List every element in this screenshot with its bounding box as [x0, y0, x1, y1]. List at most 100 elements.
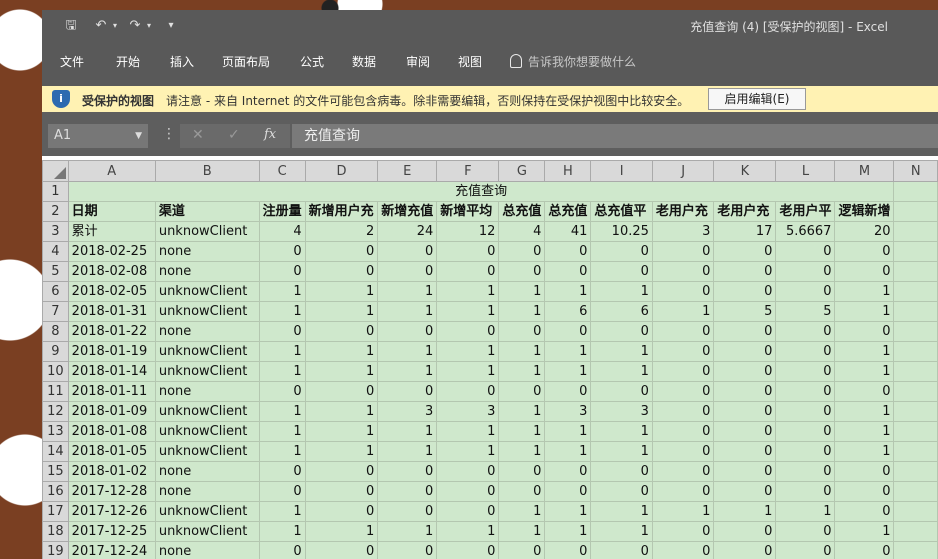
- row-header[interactable]: 7: [42, 301, 69, 322]
- header-cell[interactable]: 总充值: [544, 201, 592, 222]
- column-header[interactable]: C: [258, 160, 306, 182]
- cell[interactable]: [893, 361, 938, 382]
- value-cell[interactable]: 0: [258, 381, 306, 402]
- value-cell[interactable]: 0: [498, 481, 546, 502]
- value-cell[interactable]: 1: [498, 281, 546, 302]
- value-cell[interactable]: 0: [377, 461, 438, 482]
- value-cell[interactable]: 0: [436, 241, 500, 262]
- value-cell[interactable]: 0: [498, 241, 546, 262]
- value-cell[interactable]: 6: [544, 301, 592, 322]
- row-header[interactable]: 16: [42, 481, 69, 502]
- value-cell[interactable]: 1: [590, 361, 653, 382]
- value-cell[interactable]: 0: [713, 441, 777, 462]
- value-cell[interactable]: 0: [258, 461, 306, 482]
- value-cell[interactable]: 1: [377, 441, 438, 462]
- value-cell[interactable]: 1: [834, 441, 895, 462]
- column-header[interactable]: B: [154, 160, 260, 182]
- value-cell[interactable]: 1: [498, 301, 546, 322]
- summary-cell[interactable]: 4: [498, 221, 546, 242]
- value-cell[interactable]: 0: [498, 381, 546, 402]
- column-header[interactable]: D: [304, 160, 379, 182]
- value-cell[interactable]: 0: [651, 481, 715, 502]
- channel-cell[interactable]: unknowClient: [154, 501, 260, 522]
- cell[interactable]: [893, 201, 938, 222]
- channel-cell[interactable]: unknowClient: [154, 521, 260, 542]
- cell[interactable]: [893, 401, 938, 422]
- row-header[interactable]: 14: [42, 441, 69, 462]
- value-cell[interactable]: 0: [775, 461, 836, 482]
- value-cell[interactable]: 1: [304, 281, 379, 302]
- summary-cell[interactable]: 4: [258, 221, 306, 242]
- value-cell[interactable]: 1: [258, 441, 306, 462]
- header-cell[interactable]: 新增充值: [377, 201, 438, 222]
- header-cell[interactable]: 总充值平: [590, 201, 653, 222]
- value-cell[interactable]: 0: [590, 461, 653, 482]
- value-cell[interactable]: 0: [834, 261, 895, 282]
- value-cell[interactable]: 0: [544, 461, 592, 482]
- redo-dropdown-icon[interactable]: ▾: [140, 17, 158, 35]
- summary-cell[interactable]: unknowClient: [154, 221, 260, 242]
- date-cell[interactable]: 2018-01-31: [67, 301, 156, 322]
- value-cell[interactable]: 1: [436, 301, 500, 322]
- value-cell[interactable]: 0: [713, 401, 777, 422]
- value-cell[interactable]: 1: [304, 521, 379, 542]
- value-cell[interactable]: 1: [436, 421, 500, 442]
- value-cell[interactable]: 5: [775, 301, 836, 322]
- value-cell[interactable]: 0: [258, 261, 306, 282]
- tab-insert[interactable]: 插入: [170, 53, 194, 70]
- value-cell[interactable]: 1: [544, 441, 592, 462]
- tab-formulas[interactable]: 公式: [300, 53, 324, 70]
- channel-cell[interactable]: none: [154, 321, 260, 342]
- cell[interactable]: [893, 521, 938, 542]
- value-cell[interactable]: 1: [304, 401, 379, 422]
- cell[interactable]: [893, 421, 938, 442]
- header-cell[interactable]: 逻辑新增: [834, 201, 895, 222]
- value-cell[interactable]: 0: [651, 401, 715, 422]
- value-cell[interactable]: 0: [775, 261, 836, 282]
- value-cell[interactable]: 1: [544, 521, 592, 542]
- date-cell[interactable]: 2018-02-08: [67, 261, 156, 282]
- value-cell[interactable]: 0: [713, 521, 777, 542]
- value-cell[interactable]: 0: [834, 501, 895, 522]
- row-header[interactable]: 1: [42, 181, 69, 202]
- header-cell[interactable]: 渠道: [154, 201, 260, 222]
- channel-cell[interactable]: none: [154, 241, 260, 262]
- save-icon[interactable]: 🖫: [62, 17, 80, 35]
- column-header[interactable]: F: [436, 160, 500, 182]
- value-cell[interactable]: 1: [498, 421, 546, 442]
- value-cell[interactable]: 0: [377, 481, 438, 502]
- cell[interactable]: [893, 321, 938, 342]
- value-cell[interactable]: 1: [436, 361, 500, 382]
- column-header[interactable]: K: [713, 160, 777, 182]
- value-cell[interactable]: 1: [544, 501, 592, 522]
- value-cell[interactable]: 1: [544, 361, 592, 382]
- value-cell[interactable]: 0: [436, 261, 500, 282]
- date-cell[interactable]: 2018-01-05: [67, 441, 156, 462]
- value-cell[interactable]: 1: [377, 521, 438, 542]
- value-cell[interactable]: 0: [544, 241, 592, 262]
- value-cell[interactable]: 0: [713, 261, 777, 282]
- value-cell[interactable]: 0: [775, 241, 836, 262]
- value-cell[interactable]: 1: [544, 341, 592, 362]
- value-cell[interactable]: 0: [713, 341, 777, 362]
- row-header[interactable]: 13: [42, 421, 69, 442]
- value-cell[interactable]: 1: [590, 281, 653, 302]
- date-cell[interactable]: 2018-01-11: [67, 381, 156, 402]
- value-cell[interactable]: 1: [436, 341, 500, 362]
- date-cell[interactable]: 2017-12-25: [67, 521, 156, 542]
- value-cell[interactable]: 0: [775, 381, 836, 402]
- value-cell[interactable]: 1: [304, 361, 379, 382]
- value-cell[interactable]: 3: [377, 401, 438, 422]
- date-cell[interactable]: 2018-01-02: [67, 461, 156, 482]
- value-cell[interactable]: 1: [377, 301, 438, 322]
- header-cell[interactable]: 老用户平: [775, 201, 836, 222]
- channel-cell[interactable]: unknowClient: [154, 361, 260, 382]
- value-cell[interactable]: 0: [590, 481, 653, 502]
- value-cell[interactable]: 0: [775, 441, 836, 462]
- chevron-down-icon[interactable]: ▼: [135, 124, 142, 148]
- value-cell[interactable]: 6: [590, 301, 653, 322]
- summary-cell[interactable]: 12: [436, 221, 500, 242]
- summary-cell[interactable]: 10.25: [590, 221, 653, 242]
- value-cell[interactable]: 1: [834, 361, 895, 382]
- channel-cell[interactable]: unknowClient: [154, 341, 260, 362]
